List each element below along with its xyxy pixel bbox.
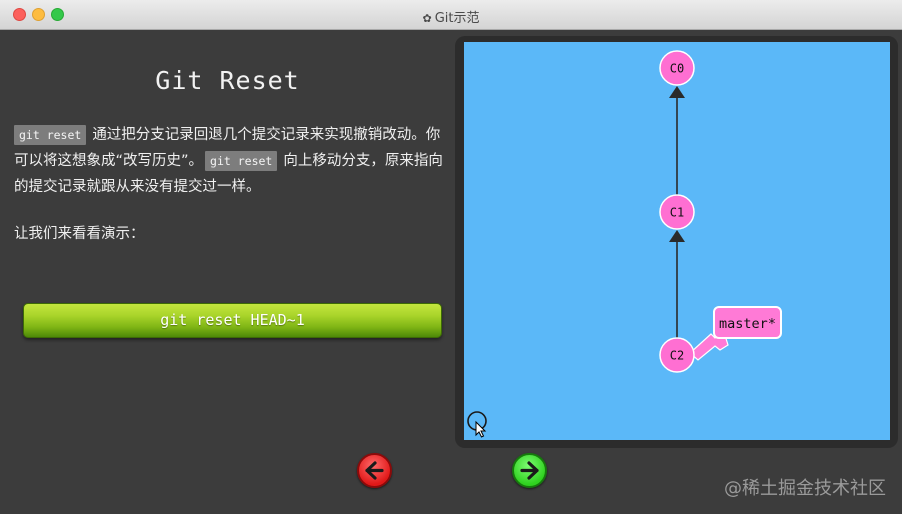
commit-c0[interactable]: C0 (659, 50, 695, 86)
commit-c1[interactable]: C1 (659, 194, 695, 230)
back-button[interactable] (357, 453, 392, 488)
forward-button[interactable] (512, 453, 547, 488)
commit-label: C2 (670, 349, 684, 363)
title-bar: ✿ Git示范 (0, 0, 902, 30)
branch-master[interactable]: master* (689, 306, 782, 361)
watermark: @稀土掘金技术社区 (724, 478, 886, 499)
commit-graph: master* C0 C1 C2 (464, 42, 890, 440)
gear-icon: ✿ (422, 12, 432, 25)
code-term: git reset (14, 125, 87, 145)
commit-label: C1 (670, 206, 684, 220)
commit-c2[interactable]: C2 (659, 337, 695, 373)
right-arrow-icon (520, 461, 539, 480)
commit-graph-svg: master* C0 C1 C2 (467, 50, 782, 438)
window-title-text: Git示范 (434, 11, 480, 26)
lesson-heading: Git Reset (155, 66, 300, 95)
lesson-panel: Git Reset git reset 通过把分支记录回退几个提交记录来实现撤销改… (0, 30, 455, 514)
run-command-button[interactable]: git reset HEAD~1 (23, 303, 442, 338)
left-arrow-icon (365, 461, 384, 480)
cursor-icon (467, 411, 487, 438)
branch-label: master* (719, 316, 776, 332)
lesson-description: git reset 通过把分支记录回退几个提交记录来实现撤销改动。你可以将这想象成… (14, 122, 454, 200)
code-term: git reset (205, 151, 278, 171)
edge-arrowhead (669, 230, 685, 242)
window-title: ✿ Git示范 (0, 7, 902, 26)
commit-label: C0 (670, 62, 684, 76)
lesson-demo-prompt: 让我们来看看演示： (14, 226, 145, 242)
edge-arrowhead (669, 86, 685, 98)
